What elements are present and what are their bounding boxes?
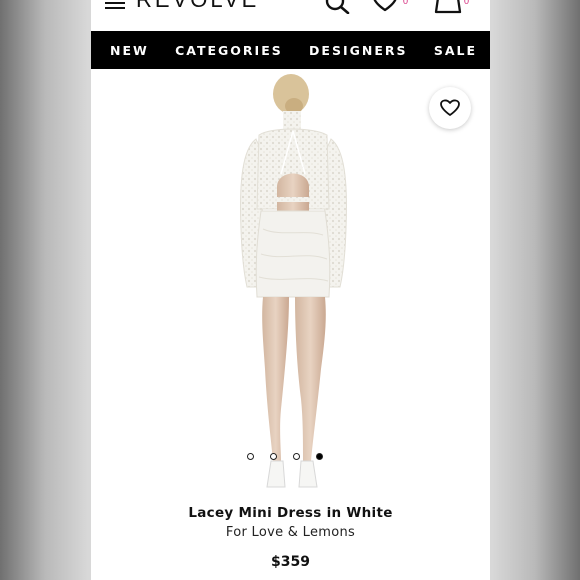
carousel-dot-active[interactable] [316,453,323,460]
nav-item-new[interactable]: NEW [110,43,149,58]
carousel-dot[interactable] [270,453,277,460]
heart-icon[interactable] [371,0,401,14]
model-photo [240,74,347,488]
site-header: REVOLVE 0 0 [91,0,490,31]
wishlist-heart-icon [440,99,460,116]
site-logo[interactable]: REVOLVE [136,0,259,12]
product-price: $359 [271,554,310,570]
nav-item-designers[interactable]: DESIGNERS [309,43,407,58]
nav-item-categories[interactable]: CATEGORIES [175,43,283,58]
product-brand[interactable]: For Love & Lemons [91,525,490,540]
carousel-dot[interactable] [293,453,300,460]
carousel-dot[interactable] [247,453,254,460]
bag-count-badge: 0 [464,0,470,6]
product-image[interactable] [91,69,490,496]
wishlist-count-badge: 0 [403,0,409,6]
bag-icon[interactable] [434,0,462,14]
main-nav: NEW CATEGORIES DESIGNERS SALE [91,31,490,69]
menu-icon[interactable] [105,0,125,9]
product-title[interactable]: Lacey Mini Dress in White [91,505,490,521]
search-icon[interactable] [325,0,351,14]
product-info: Lacey Mini Dress in White For Love & Lem… [91,496,490,570]
add-to-wishlist-button[interactable] [429,87,471,129]
phone-screen: REVOLVE 0 0 NEW CATEGORIES DESIGNERS SAL… [91,0,490,580]
image-carousel-dots [247,453,323,460]
nav-item-sale[interactable]: SALE [434,43,477,58]
